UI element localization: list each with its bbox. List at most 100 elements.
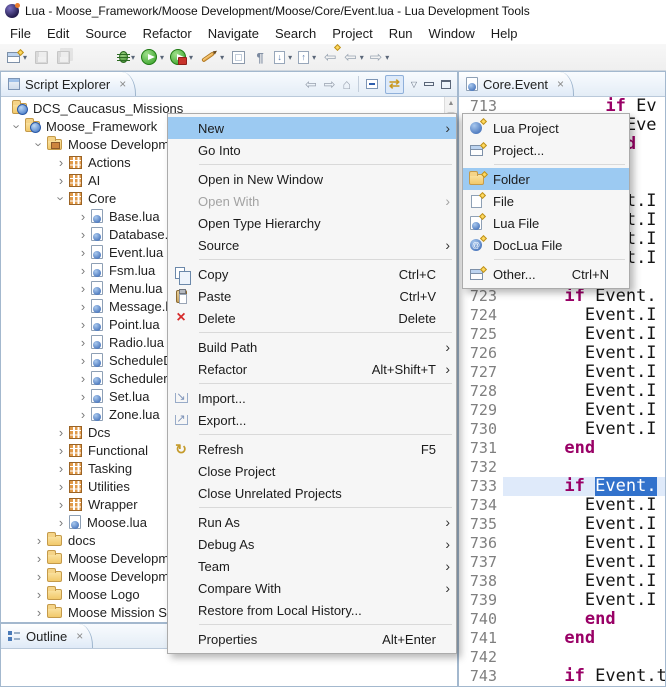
tab-outline[interactable]: Outline × — [1, 624, 93, 648]
code-text[interactable]: Event.I — [503, 534, 665, 553]
chevron-icon[interactable]: › — [53, 516, 69, 529]
menu-item-refactor[interactable]: Refactor Alt+Shift+T › — [168, 358, 456, 380]
forward-icon[interactable]: ⇨ — [324, 77, 336, 91]
chevron-icon[interactable]: › — [11, 118, 24, 134]
menu-item-project[interactable]: Project... — [463, 139, 629, 161]
menu-item-run-as[interactable]: Run As › — [168, 511, 456, 533]
back-button[interactable]: ⇦▾ — [342, 46, 366, 69]
up-icon[interactable]: ⌂ — [342, 77, 350, 91]
chevron-icon[interactable]: › — [53, 498, 69, 511]
chevron-icon[interactable]: › — [31, 606, 47, 619]
chevron-icon[interactable]: › — [75, 282, 91, 295]
code-text[interactable]: Event.I — [503, 325, 665, 344]
chevron-icon[interactable]: › — [75, 210, 91, 223]
menu-item-go-into[interactable]: Go Into — [168, 139, 456, 161]
menu-item-open-type-hierarchy[interactable]: Open Type Hierarchy — [168, 212, 456, 234]
dropdown-arrow-icon[interactable]: ▾ — [288, 53, 292, 62]
external-tools-button[interactable]: ▾ — [197, 46, 226, 69]
menu-item-compare-with[interactable]: Compare With › — [168, 577, 456, 599]
chevron-icon[interactable]: › — [31, 570, 47, 583]
dropdown-arrow-icon[interactable]: ▾ — [360, 53, 364, 62]
menu-item-close-project[interactable]: Close Project — [168, 460, 456, 482]
menu-item-new[interactable]: New › — [168, 117, 456, 139]
code-text[interactable]: Event.I — [503, 363, 665, 382]
scroll-up-icon[interactable]: ▲ — [445, 97, 457, 110]
chevron-icon[interactable]: › — [53, 480, 69, 493]
menu-item-import[interactable]: ↘ Import... — [168, 387, 456, 409]
menu-item-other[interactable]: Other... Ctrl+N — [463, 263, 629, 285]
menu-navigate[interactable]: Navigate — [200, 24, 267, 43]
menu-item-source[interactable]: Source › — [168, 234, 456, 256]
chevron-icon[interactable]: › — [53, 444, 69, 457]
menu-item-lua-project[interactable]: Lua Project — [463, 117, 629, 139]
debug-button[interactable]: ▾ — [117, 46, 137, 69]
maximize-icon[interactable] — [441, 80, 451, 89]
menu-edit[interactable]: Edit — [39, 24, 77, 43]
code-text[interactable]: Event.I — [503, 515, 665, 534]
back-icon[interactable]: ⇦ — [305, 77, 317, 91]
code-text[interactable] — [503, 648, 665, 667]
menu-window[interactable]: Window — [421, 24, 483, 43]
code-text[interactable]: Event.I — [503, 382, 665, 401]
chevron-icon[interactable]: › — [53, 174, 69, 187]
menu-help[interactable]: Help — [483, 24, 526, 43]
chevron-icon[interactable]: › — [75, 264, 91, 277]
menu-search[interactable]: Search — [267, 24, 324, 43]
close-icon[interactable]: × — [557, 77, 564, 91]
menu-item-file[interactable]: File — [463, 190, 629, 212]
code-text[interactable]: Event.I — [503, 553, 665, 572]
menu-item-folder[interactable]: Folder — [463, 168, 629, 190]
menu-item-build-path[interactable]: Build Path › — [168, 336, 456, 358]
dropdown-arrow-icon[interactable]: ▾ — [312, 53, 316, 62]
chevron-icon[interactable]: › — [75, 390, 91, 403]
close-icon[interactable]: × — [76, 629, 83, 643]
menu-item-open-in-new-window[interactable]: Open in New Window — [168, 168, 456, 190]
menu-item-close-unrelated-projects[interactable]: Close Unrelated Projects — [168, 482, 456, 504]
chevron-icon[interactable]: › — [31, 552, 47, 565]
run-coverage-button[interactable]: ▾ — [168, 46, 195, 69]
chevron-icon[interactable]: › — [75, 228, 91, 241]
code-text[interactable] — [503, 458, 665, 477]
chevron-icon[interactable]: › — [75, 318, 91, 331]
code-text[interactable]: if Event.ta — [503, 667, 665, 686]
dropdown-arrow-icon[interactable]: ▾ — [220, 53, 224, 62]
chevron-icon[interactable]: › — [75, 336, 91, 349]
chevron-icon[interactable]: › — [75, 372, 91, 385]
chevron-icon[interactable]: › — [33, 136, 46, 152]
tab-core-event[interactable]: Core.Event × — [459, 72, 574, 96]
chevron-icon[interactable]: › — [53, 462, 69, 475]
dropdown-arrow-icon[interactable]: ▾ — [385, 53, 389, 62]
code-text[interactable]: Event.I — [503, 401, 665, 420]
code-text[interactable]: if Event. — [503, 287, 665, 306]
chevron-icon[interactable]: › — [75, 300, 91, 313]
chevron-icon[interactable]: › — [53, 156, 69, 169]
dropdown-arrow-icon[interactable]: ▾ — [23, 53, 27, 62]
menu-item-delete[interactable]: × Delete Delete — [168, 307, 456, 329]
show-whitespace-button[interactable]: ¶ — [250, 46, 270, 69]
new-wizard-button[interactable]: ▾ — [5, 46, 29, 69]
code-text[interactable]: Event.I — [503, 420, 665, 439]
tab-script-explorer[interactable]: Script Explorer × — [1, 72, 136, 96]
next-annotation-button[interactable]: ↓▾ — [272, 46, 294, 69]
menu-source[interactable]: Source — [77, 24, 134, 43]
chevron-icon[interactable]: › — [75, 354, 91, 367]
menu-item-restore-from-local-history[interactable]: Restore from Local History... — [168, 599, 456, 621]
code-text[interactable]: end — [503, 439, 665, 458]
chevron-icon[interactable]: › — [31, 588, 47, 601]
code-text[interactable]: Event.I — [503, 306, 665, 325]
menu-file[interactable]: File — [2, 24, 39, 43]
menu-item-team[interactable]: Team › — [168, 555, 456, 577]
menu-item-doclua-file[interactable]: @ DocLua File — [463, 234, 629, 256]
last-edit-location-button[interactable]: ⇦ — [320, 46, 340, 69]
chevron-icon[interactable]: › — [75, 246, 91, 259]
menu-item-export[interactable]: ↗ Export... — [168, 409, 456, 431]
code-text[interactable]: Event.I — [503, 496, 665, 515]
dropdown-arrow-icon[interactable]: ▾ — [189, 53, 193, 62]
collapse-all-icon[interactable] — [366, 79, 378, 89]
code-text[interactable]: Event.I — [503, 591, 665, 610]
link-with-editor-icon[interactable]: ⇄ — [385, 75, 404, 94]
menu-item-properties[interactable]: Properties Alt+Enter — [168, 628, 456, 650]
view-menu-icon[interactable]: ▽ — [411, 80, 417, 89]
menu-item-refresh[interactable]: ↻ Refresh F5 — [168, 438, 456, 460]
code-text[interactable]: Event.I — [503, 572, 665, 591]
